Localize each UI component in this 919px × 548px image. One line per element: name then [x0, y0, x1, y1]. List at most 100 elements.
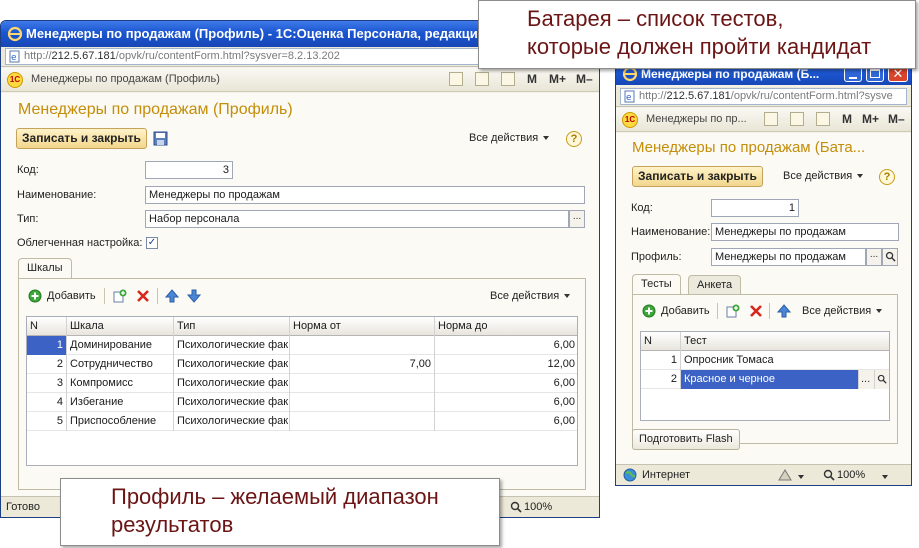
right-address-input[interactable]: e http://212.5.67.181/opvk/ru/contentFor…: [620, 88, 907, 105]
cell-scale: Доминирование: [67, 336, 174, 355]
copy-icon[interactable]: [113, 289, 127, 303]
cell-norm-from: [290, 393, 435, 412]
minimize-icon: [849, 77, 857, 79]
memory-mminus-button[interactable]: M–: [576, 72, 593, 86]
type-label: Тип:: [17, 213, 39, 225]
grid-all-actions-menu[interactable]: Все действия: [490, 290, 571, 302]
calendar-icon[interactable]: [501, 72, 515, 86]
col-test[interactable]: Тест: [681, 332, 889, 351]
cell-scale: Компромисс: [67, 374, 174, 393]
cell-norm-to: 6,00: [435, 412, 577, 431]
right-window-title: Менеджеры по продажам (Б...: [641, 67, 820, 81]
delete-icon[interactable]: [749, 304, 763, 318]
chevron-down-icon[interactable]: [882, 475, 888, 479]
save-icon[interactable]: [153, 131, 168, 146]
cell-test[interactable]: Красное и черное: [681, 370, 859, 389]
help-icon[interactable]: ?: [879, 169, 895, 185]
col-n[interactable]: N: [27, 317, 67, 336]
chevron-down-icon: [876, 309, 883, 314]
scales-panel: Добавить Все действия N Шкала Тип Норма …: [18, 278, 586, 490]
zoom-icon[interactable]: [510, 501, 522, 513]
grid-all-actions-menu[interactable]: Все действия: [802, 305, 883, 317]
cell-norm-from: [290, 336, 435, 355]
memory-mminus-button[interactable]: M–: [888, 112, 905, 126]
favorites-icon[interactable]: [449, 72, 463, 86]
type-select-button[interactable]: ...: [569, 210, 585, 228]
move-up-icon[interactable]: [777, 304, 791, 318]
profile-field[interactable]: Менеджеры по продажам: [711, 248, 866, 266]
cell-norm-to: 12,00: [435, 355, 577, 374]
profile-select-button[interactable]: ...: [866, 248, 882, 266]
table-row[interactable]: 1 Доминирование Психологические фак 6,00: [27, 336, 577, 355]
memory-mplus-button[interactable]: M+: [549, 72, 566, 86]
code-field[interactable]: 3: [145, 161, 233, 179]
memory-m-button[interactable]: M: [527, 72, 537, 86]
add-button[interactable]: Добавить: [661, 305, 710, 317]
add-icon[interactable]: [28, 289, 42, 303]
cell-scale: Сотрудничество: [67, 355, 174, 374]
table-row[interactable]: 5 Приспособление Психологические фак 6,0…: [27, 412, 577, 431]
left-form-content: Менеджеры по продажам (Профиль) Записать…: [1, 93, 599, 496]
table-row[interactable]: 3 Компромисс Психологические фак 6,00: [27, 374, 577, 393]
profile-open-button[interactable]: [882, 248, 898, 266]
left-browser-tab[interactable]: Менеджеры по продажам (Профиль): [31, 73, 220, 85]
cell-n: 4: [27, 393, 67, 412]
status-zoom[interactable]: 100%: [524, 501, 552, 513]
code-label: Код:: [17, 164, 39, 176]
callout-battery-line2: которые должен пройти кандидат: [527, 34, 872, 59]
delete-icon[interactable]: [136, 289, 150, 303]
cell-norm-from: 7,00: [290, 355, 435, 374]
status-zoom[interactable]: 100%: [837, 469, 865, 481]
tests-grid[interactable]: N Тест 1 Опросник Томаса 2 Красное и чер…: [640, 331, 890, 421]
table-row[interactable]: 1 Опросник Томаса: [641, 351, 889, 370]
name-field[interactable]: Менеджеры по продажам: [145, 186, 585, 204]
move-up-icon[interactable]: [165, 289, 179, 303]
tab-scales[interactable]: Шкалы: [18, 258, 72, 279]
cell-norm-to: 6,00: [435, 336, 577, 355]
favorites-icon[interactable]: [764, 112, 778, 126]
right-browser-tab[interactable]: Менеджеры по пр...: [646, 113, 747, 125]
form-all-actions-menu[interactable]: Все действия: [783, 170, 864, 182]
scales-grid[interactable]: N Шкала Тип Норма от Норма до 1 Доминиро…: [26, 316, 578, 466]
col-norm-from[interactable]: Норма от: [290, 317, 435, 336]
cell-n: 3: [27, 374, 67, 393]
zoom-icon[interactable]: [823, 469, 835, 481]
internet-globe-icon: [623, 468, 637, 482]
col-type[interactable]: Тип: [174, 317, 290, 336]
callout-profile-line2: результатов: [111, 512, 234, 537]
col-scale[interactable]: Шкала: [67, 317, 174, 336]
tab-questionnaire[interactable]: Анкета: [688, 275, 742, 295]
memory-m-button[interactable]: M: [842, 112, 852, 126]
save-close-button[interactable]: Записать и закрыть: [16, 128, 147, 149]
cell-type: Психологические фак: [174, 374, 290, 393]
chevron-down-icon[interactable]: [798, 475, 804, 479]
cell-open-button[interactable]: [875, 370, 889, 389]
help-icon[interactable]: ?: [566, 131, 582, 147]
copy-icon[interactable]: [726, 304, 740, 318]
tab-tests[interactable]: Тесты: [632, 274, 681, 295]
chevron-down-icon: [857, 174, 864, 179]
add-icon[interactable]: [642, 304, 656, 318]
form-all-actions-menu[interactable]: Все действия: [469, 132, 550, 144]
name-field[interactable]: Менеджеры по продажам: [711, 223, 899, 241]
calculator-icon[interactable]: [475, 72, 489, 86]
prepare-flash-button[interactable]: Подготовить Flash: [632, 429, 740, 450]
light-setting-checkbox[interactable]: ✓: [146, 237, 158, 249]
save-close-button[interactable]: Записать и закрыть: [632, 166, 763, 187]
move-down-icon[interactable]: [187, 289, 201, 303]
calendar-icon[interactable]: [816, 112, 830, 126]
memory-mplus-button[interactable]: M+: [862, 112, 879, 126]
col-n[interactable]: N: [641, 332, 681, 351]
type-field[interactable]: Набор персонала: [145, 210, 569, 228]
right-address-bar[interactable]: e http://212.5.67.181/opvk/ru/contentFor…: [616, 87, 911, 107]
add-button[interactable]: Добавить: [47, 290, 96, 302]
table-row[interactable]: 2 Сотрудничество Психологические фак 7,0…: [27, 355, 577, 374]
code-field[interactable]: 1: [711, 199, 799, 217]
table-row[interactable]: 2 Красное и черное ...: [641, 370, 889, 389]
left-browser-window: Менеджеры по продажам (Профиль) - 1С:Оце…: [0, 20, 600, 518]
calculator-icon[interactable]: [790, 112, 804, 126]
table-row[interactable]: 4 Избегание Психологические фак 6,00: [27, 393, 577, 412]
cell-select-button[interactable]: ...: [859, 370, 875, 389]
security-zone-icon[interactable]: [778, 469, 792, 481]
col-norm-to[interactable]: Норма до: [435, 317, 577, 336]
